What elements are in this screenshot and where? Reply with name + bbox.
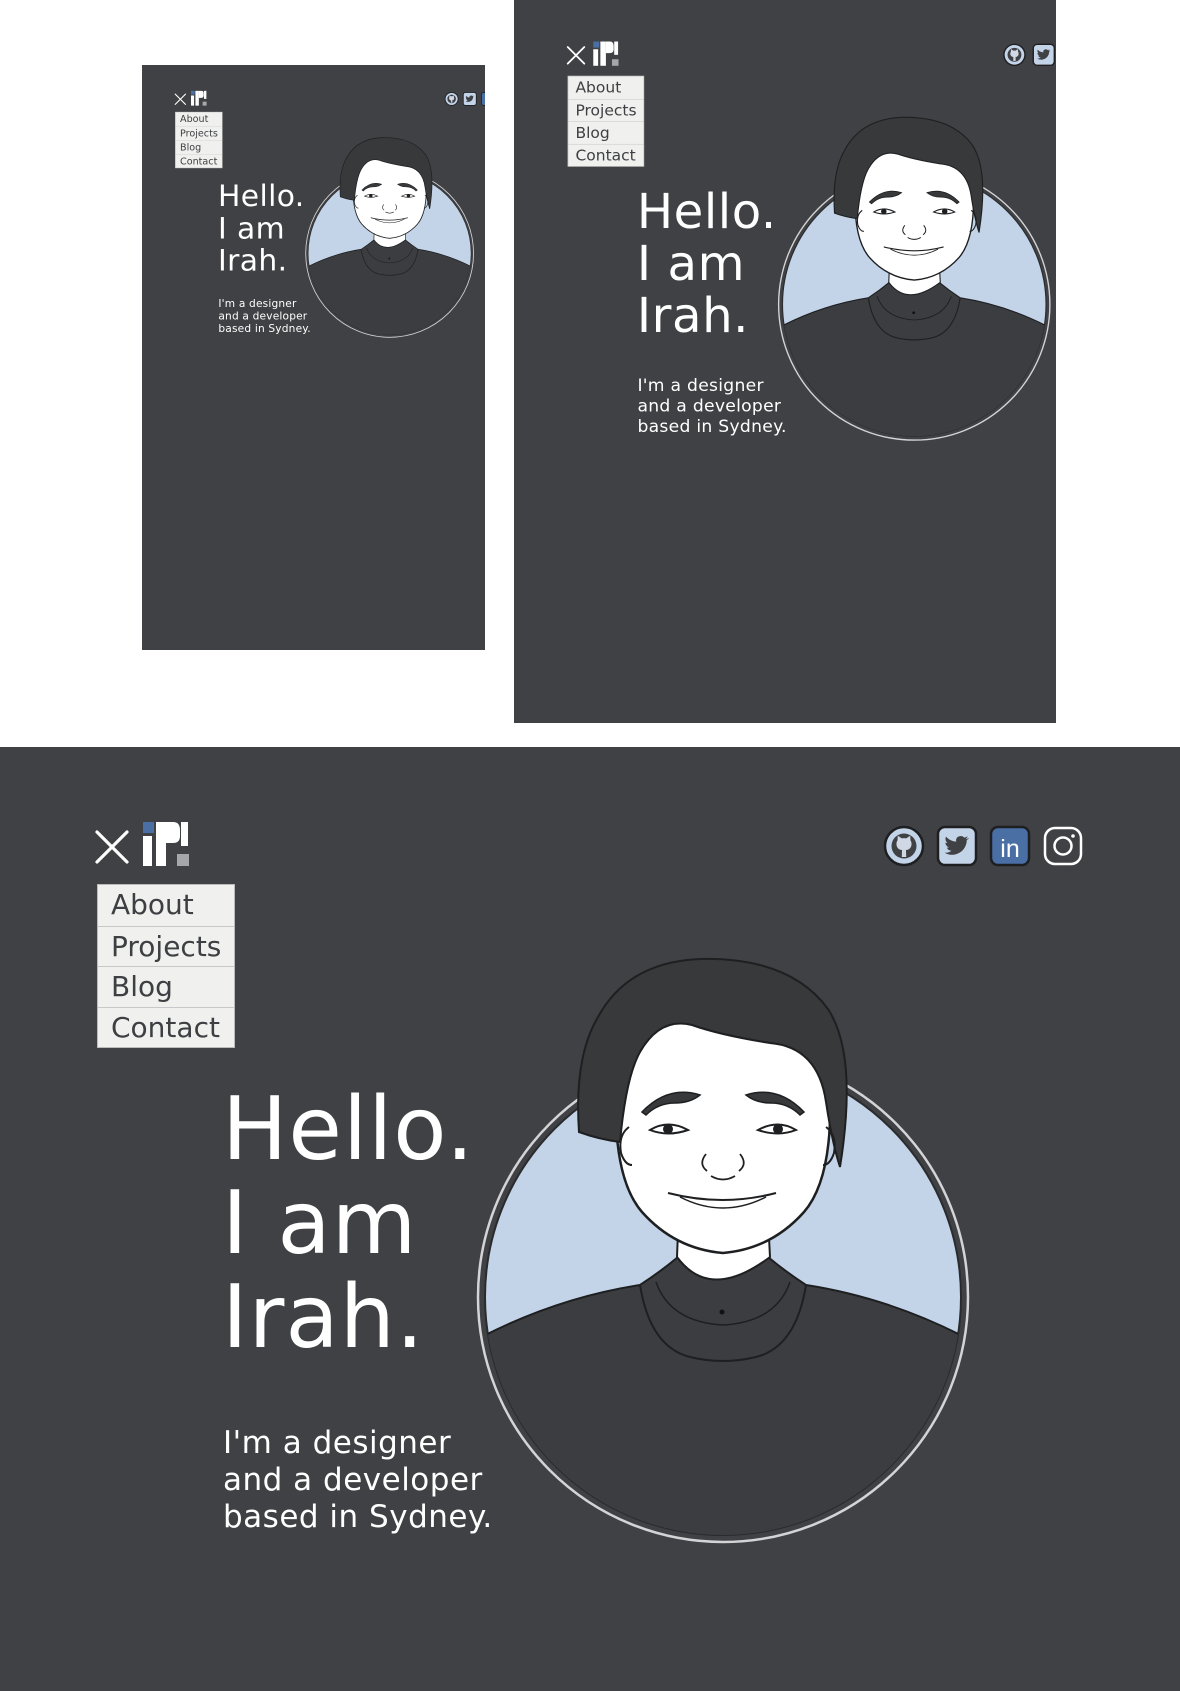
ir-logo[interactable] xyxy=(593,41,619,66)
menu-item-about[interactable]: About xyxy=(176,112,223,126)
tablet-frame: About Projects Blog Contact Hello. I am … xyxy=(514,0,1056,723)
menu-item-contact[interactable]: Contact xyxy=(98,1006,234,1048)
tagline-line-3: based in Sydney. xyxy=(637,416,787,437)
hero-tagline: I'm a designer and a developer based in … xyxy=(223,1425,493,1536)
github-icon[interactable] xyxy=(1003,43,1026,67)
tagline-line-3: based in Sydney. xyxy=(218,322,311,335)
tagline-line-2: and a developer xyxy=(223,1462,483,1498)
hero-tagline: I'm a designer and a developer based in … xyxy=(218,297,310,335)
avatar-illustration xyxy=(777,116,1051,441)
nav-menu: About Projects Blog Contact xyxy=(567,75,645,167)
linkedin-icon[interactable]: in xyxy=(989,825,1031,867)
tagline-line-1: I'm a designer xyxy=(218,297,297,310)
headline-line-2: I am xyxy=(218,210,285,246)
headline-line-1: Hello. xyxy=(222,1078,475,1180)
menu-item-about[interactable]: About xyxy=(568,76,643,98)
tagline-line-3: based in Sydney. xyxy=(223,1499,493,1535)
instagram-icon[interactable] xyxy=(1042,825,1084,867)
twitter-icon[interactable] xyxy=(1032,43,1056,67)
nav-menu: About Projects Blog Contact xyxy=(97,884,235,1048)
linkedin-icon[interactable]: in xyxy=(480,91,485,106)
menu-item-blog[interactable]: Blog xyxy=(568,121,644,143)
menu-item-projects[interactable]: Projects xyxy=(175,126,223,140)
close-icon[interactable] xyxy=(566,45,586,65)
hero-headline: Hello. I am Irah. xyxy=(222,1082,475,1364)
tagline-line-2: and a developer xyxy=(218,309,308,323)
twitter-icon[interactable] xyxy=(462,91,477,106)
menu-item-projects[interactable]: Projects xyxy=(98,925,234,967)
menu-item-about[interactable]: About xyxy=(98,885,234,926)
github-icon[interactable] xyxy=(444,91,459,106)
menu-item-contact[interactable]: Contact xyxy=(175,153,223,168)
tagline-line-1: I'm a designer xyxy=(637,375,764,396)
headline-line-3: Irah. xyxy=(222,1266,425,1368)
tagline-line-2: and a developer xyxy=(637,395,782,416)
headline-line-3: Irah. xyxy=(218,242,288,278)
close-icon[interactable] xyxy=(94,829,130,865)
menu-item-contact[interactable]: Contact xyxy=(568,143,644,166)
social-links: in xyxy=(883,825,1088,869)
social-links: in xyxy=(444,91,485,107)
avatar-illustration xyxy=(476,957,970,1544)
avatar-illustration xyxy=(305,137,474,338)
tagline-line-1: I'm a designer xyxy=(223,1425,452,1461)
hero-headline: Hello. I am Irah. xyxy=(218,180,305,277)
headline-line-1: Hello. xyxy=(218,178,305,214)
menu-item-projects[interactable]: Projects xyxy=(568,98,644,121)
desktop-frame: About Projects Blog Contact in Hello. I … xyxy=(0,747,1180,1691)
headline-line-3: Irah. xyxy=(636,287,750,344)
nav-menu: About Projects Blog Contact xyxy=(175,111,223,169)
github-icon[interactable] xyxy=(883,825,925,867)
menu-item-blog[interactable]: Blog xyxy=(175,140,223,154)
headline-line-2: I am xyxy=(636,235,746,292)
headline-line-2: I am xyxy=(222,1172,418,1274)
mobile-frame: About Projects Blog Contact Hello. I am … xyxy=(142,65,485,650)
ir-logo[interactable] xyxy=(143,822,189,866)
hero-headline: Hello. I am Irah. xyxy=(637,185,777,341)
twitter-icon[interactable] xyxy=(936,825,978,867)
menu-item-blog[interactable]: Blog xyxy=(98,966,234,1007)
close-icon[interactable] xyxy=(174,93,187,105)
hero-tagline: I'm a designer and a developer based in … xyxy=(637,375,786,436)
headline-line-1: Hello. xyxy=(636,183,777,240)
social-links: in xyxy=(1003,43,1056,67)
ir-logo[interactable] xyxy=(190,90,207,106)
svg-text:in: in xyxy=(1000,835,1019,863)
